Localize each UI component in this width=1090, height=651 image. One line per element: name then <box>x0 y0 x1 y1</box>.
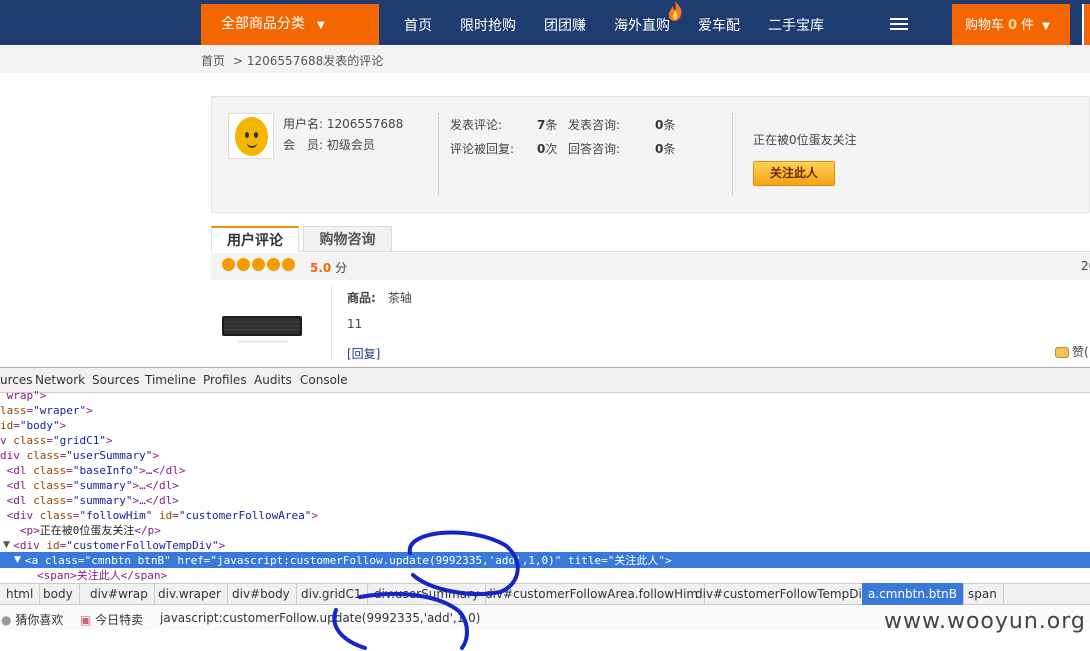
dom-tree-line[interactable]: <p>正在被0位蛋友关注</p> <box>0 523 161 538</box>
cart-unit: 件 <box>1021 18 1035 33</box>
smiley-face-icon <box>235 117 268 156</box>
rating-star-icon <box>237 258 250 271</box>
devtools-crumb[interactable]: html <box>0 583 41 605</box>
like-label: 赞( <box>1072 345 1089 359</box>
dom-tree-line[interactable]: <div class="followHim" id="customerFollo… <box>0 508 318 523</box>
tab-user-reviews[interactable]: 用户评论 <box>211 226 299 252</box>
rating-star-icon <box>222 258 235 271</box>
nav-item-group-earn[interactable]: 团团赚 <box>544 0 586 45</box>
dom-tree-line[interactable]: <dl class="summary">…</dl> <box>0 478 179 493</box>
devtools-crumb[interactable]: body <box>37 583 80 605</box>
cart-count: 0 <box>1008 18 1018 33</box>
devtools-tab-sources[interactable]: Sources <box>92 373 139 387</box>
devtools-tab-timeline[interactable]: Timeline <box>145 373 196 387</box>
reviews-count: 7条 <box>537 118 558 132</box>
like-button[interactable]: 赞( <box>1055 343 1089 360</box>
devtools-crumb[interactable]: div.gridC1 <box>295 583 369 605</box>
dom-tree-line[interactable]: id="body"> <box>0 418 66 433</box>
devtools-crumb[interactable]: div#wrap <box>84 583 155 605</box>
dom-tree-line[interactable]: <dl class="summary">…</dl> <box>0 493 179 508</box>
rating-star-icon <box>282 258 295 271</box>
avatar <box>228 113 274 159</box>
dom-tree-line[interactable]: <dl class="baseInfo">…</dl> <box>0 463 186 478</box>
rating-star-icon <box>252 258 265 271</box>
devtools-tab-console[interactable]: Console <box>300 373 348 387</box>
cart-button[interactable]: 购物车 0 件 ▼ <box>952 4 1070 45</box>
level-row: 会 员: 初级会员 <box>283 136 375 153</box>
hot-flame-icon <box>668 1 682 21</box>
devtools-crumb[interactable]: div#body <box>226 583 297 605</box>
dom-tree-line[interactable]: div class="userSummary"> <box>0 448 159 463</box>
today-sale[interactable]: ▣ 今日特卖 <box>80 611 143 628</box>
divider <box>438 113 439 195</box>
nav-item-flash-sale[interactable]: 限时抢购 <box>460 0 516 45</box>
chevron-down-icon: ▼ <box>1042 21 1050 32</box>
devtools-tab-network[interactable]: Network <box>35 373 85 387</box>
replied-count: 0次 <box>537 142 558 156</box>
keyboard-product-image[interactable] <box>218 300 308 355</box>
member-level: 初级会员 <box>326 138 375 152</box>
category-menu-button[interactable]: 全部商品分类 ▼ <box>201 4 379 45</box>
reviews-label: 发表评论: <box>450 118 503 132</box>
span-element-code[interactable]: <span>关注此人</span> <box>37 568 167 583</box>
devtools-crumb[interactable]: a.cmnbtn.btnB <box>862 583 964 605</box>
username-row: 用户名: 1206557688 <box>283 115 403 132</box>
cart-label: 购物车 <box>965 18 1005 33</box>
side-edge <box>1082 4 1090 45</box>
nav-item-home[interactable]: 首页 <box>404 0 432 45</box>
user-summary-panel <box>211 96 1090 213</box>
devtools-crumb[interactable]: div.userSummary <box>368 583 487 605</box>
replied-label: 评论被回复: <box>450 142 515 156</box>
devtools-tab-resources[interactable]: urces <box>0 373 33 387</box>
category-label: 全部商品分类 <box>221 16 305 32</box>
devtools-tab-profiles[interactable]: Profiles <box>203 373 247 387</box>
review-divider <box>331 286 332 361</box>
breadcrumb-current: > 1206557688发表的评论 <box>233 54 384 68</box>
nav-item-car[interactable]: 爱车配 <box>698 0 740 45</box>
review-content: 11 <box>347 317 363 331</box>
tab-shopping-consult[interactable]: 购物咨询 <box>303 226 392 252</box>
expand-triangle-icon[interactable]: ▼ <box>14 555 21 565</box>
product-name[interactable]: 茶轴 <box>388 291 412 305</box>
follow-button[interactable]: 关注此人 <box>753 161 835 186</box>
rating-score: 5.0 分 <box>310 261 348 275</box>
answer-label: 回答咨询: <box>568 142 621 156</box>
nav-item-secondhand[interactable]: 二手宝库 <box>768 0 824 45</box>
level-label: 会 员: <box>283 138 324 152</box>
devtools-crumb[interactable]: span <box>962 583 1004 605</box>
dom-tree-line[interactable]: lass="wraper"> <box>0 403 93 418</box>
divider <box>732 113 733 195</box>
watermark: www.wooyun.org <box>884 609 1086 634</box>
selected-element-code[interactable]: <a class="cmnbtn btnB" href="javascript:… <box>25 553 672 568</box>
menu-icon[interactable] <box>890 18 908 30</box>
username-label: 用户名: <box>283 117 324 131</box>
reply-link[interactable]: [回复] <box>347 345 380 362</box>
dom-tree-line[interactable]: <div id="customerFollowTempDiv"> <box>0 538 225 553</box>
nav-item-overseas[interactable]: 海外直购 <box>614 0 670 45</box>
breadcrumb-home[interactable]: 首页 <box>201 54 225 68</box>
dom-tree-line[interactable]: v class="gridC1"> <box>0 433 113 448</box>
consult-label: 发表咨询: <box>568 118 621 132</box>
product-label: 商品: <box>347 291 376 305</box>
follower-count-text: 正在被0位蛋友关注 <box>753 133 857 147</box>
devtools-crumb[interactable]: div#customerFollowArea.followHim <box>479 583 706 605</box>
breadcrumb-bar <box>0 45 1090 73</box>
thumbs-up-icon <box>1055 347 1069 358</box>
devtools-crumb[interactable]: div#customerFollowTempDiv <box>689 583 876 605</box>
guess-you-like[interactable]: ● 猜你喜欢 <box>1 611 63 628</box>
username: 1206557688 <box>326 117 404 131</box>
product-row: 商品: 茶轴 <box>347 289 412 306</box>
devtools-tab-audits[interactable]: Audits <box>254 373 292 387</box>
devtools-crumb[interactable]: div.wraper <box>152 583 228 605</box>
dom-tree-line[interactable]: wrap"> <box>0 388 47 403</box>
rating-date-cut: 20 <box>1081 259 1090 273</box>
answer-count: 0条 <box>655 142 676 156</box>
breadcrumb: 首页 > 1206557688发表的评论 <box>201 52 391 69</box>
consult-count: 0条 <box>655 118 676 132</box>
rating-star-icon <box>267 258 280 271</box>
chevron-down-icon: ▼ <box>317 20 325 31</box>
status-url: javascript:customerFollow.update(9992335… <box>160 611 481 625</box>
page: 全部商品分类 ▼ 首页 限时抢购 团团赚 海外直购 爱车配 二手宝库 购物车 0 件 ▼… <box>0 0 1090 651</box>
expand-triangle-icon[interactable]: ▼ <box>3 540 10 550</box>
